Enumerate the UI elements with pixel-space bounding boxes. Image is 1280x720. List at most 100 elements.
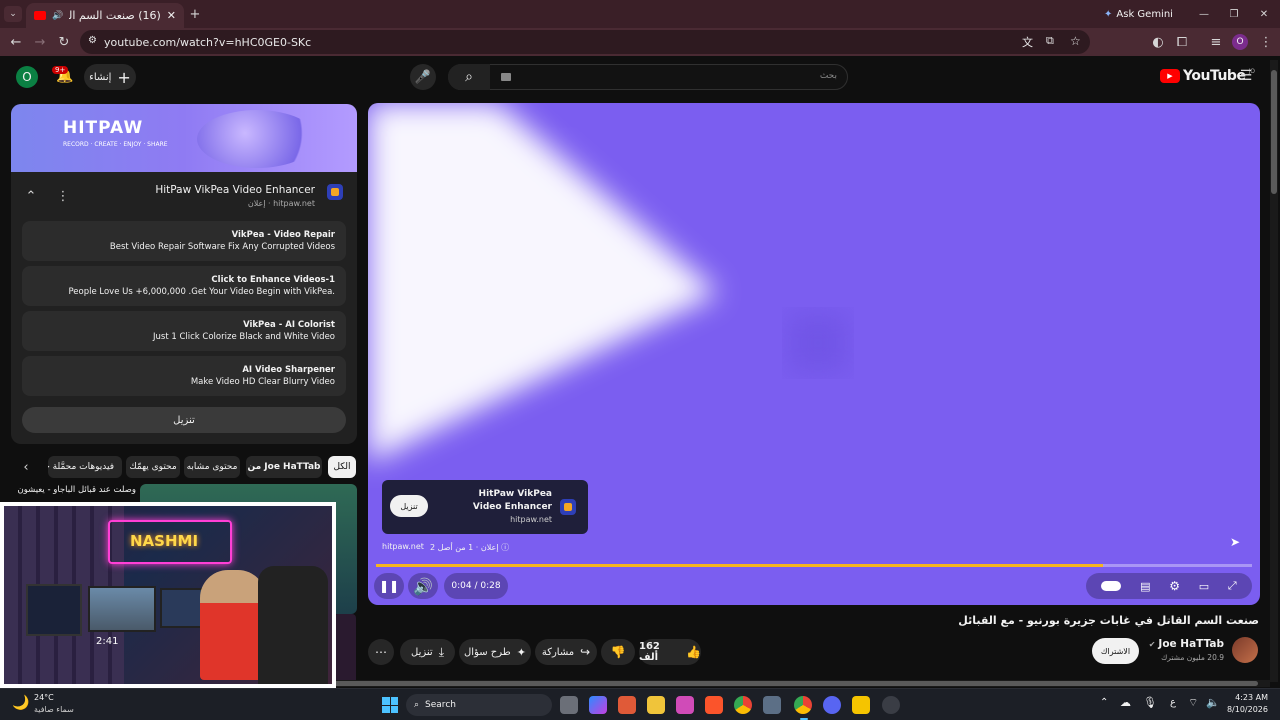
- ad-domain-label[interactable]: hitpaw.net: [382, 542, 424, 551]
- dislike-button[interactable]: 👎: [601, 639, 635, 665]
- ad-counter-label[interactable]: إعلان · 1 من أصل 2 ⓘ: [430, 542, 509, 553]
- weather-desc[interactable]: سماء صافية: [34, 705, 74, 714]
- ad-sitelink[interactable]: VikPea - Video Repair Best Video Repair S…: [22, 221, 346, 261]
- subtitles-icon[interactable]: ▤: [1140, 580, 1150, 593]
- download-button[interactable]: تنزيل ⤓: [400, 639, 455, 665]
- profile-avatar[interactable]: O: [1232, 34, 1248, 50]
- theater-mode-icon[interactable]: ▭: [1199, 580, 1209, 593]
- chip-all[interactable]: الكل: [328, 456, 356, 478]
- more-actions-button[interactable]: ⋯: [368, 639, 394, 665]
- audio-icon[interactable]: 🔊: [52, 11, 63, 21]
- share-button[interactable]: مشاركة ↪: [535, 639, 597, 665]
- close-window-icon[interactable]: ✕: [1257, 6, 1271, 22]
- channel-name-row[interactable]: ✔ Joe HaTTab: [1149, 638, 1224, 650]
- copilot-icon[interactable]: [589, 696, 607, 714]
- clock-time[interactable]: 4:23 AM: [1226, 693, 1268, 702]
- like-button[interactable]: 162 ألف 👍: [639, 639, 701, 665]
- account-avatar[interactable]: O: [16, 66, 38, 88]
- media-control-icon[interactable]: ≡: [1208, 34, 1224, 50]
- store-icon[interactable]: [618, 696, 636, 714]
- network-icon[interactable]: ⌔: [1188, 696, 1198, 710]
- autoplay-toggle-icon[interactable]: [1101, 581, 1122, 591]
- clock-date[interactable]: 8/10/2026: [1224, 705, 1268, 714]
- vertical-scroll-thumb[interactable]: [1271, 70, 1277, 194]
- moon-weather-icon[interactable]: 🌙: [12, 695, 29, 711]
- pause-button[interactable]: ❚❚: [374, 573, 404, 599]
- ask-gemini-button[interactable]: ✦ Ask Gemini: [1104, 5, 1173, 23]
- collapse-chevron-icon[interactable]: ⌃: [25, 189, 37, 204]
- channel-avatar[interactable]: [1232, 637, 1258, 663]
- chip-for-you[interactable]: محتوى يهمّك: [126, 456, 180, 478]
- ad-sitelink[interactable]: Click to Enhance Videos-1 People Love Us …: [22, 266, 346, 306]
- restore-icon[interactable]: ❐: [1227, 6, 1241, 22]
- brave-icon[interactable]: [705, 696, 723, 714]
- sidebar-video-title[interactable]: وصلت عند قبائل الباجاو - يعيشون تحت: [18, 485, 136, 495]
- create-button[interactable]: إنشاء +: [84, 64, 136, 90]
- microphone-icon[interactable]: 🎤: [410, 64, 436, 90]
- search-button[interactable]: ⌕: [448, 64, 490, 90]
- url-field[interactable]: ⚙ youtube.com/watch?v=hHC0GE0-SKc ☆ ⧉ 文: [80, 30, 1090, 54]
- chip-from-channel[interactable]: من Joe HaTTab: [246, 456, 322, 478]
- reload-icon[interactable]: ↻: [56, 34, 72, 50]
- progress-track[interactable]: [376, 564, 1252, 567]
- discord-icon[interactable]: [823, 696, 841, 714]
- ad-panel: HITPAW RECORD · CREATE · ENJOY · SHARE H…: [11, 104, 357, 444]
- app-3-icon[interactable]: [882, 696, 900, 714]
- tab-close-icon[interactable]: ✕: [167, 9, 176, 22]
- sidebar-video-thumbnail-2[interactable]: [334, 614, 356, 686]
- ad-download-button[interactable]: تنزيل: [22, 407, 346, 433]
- extensions-icon[interactable]: ⧠: [1174, 34, 1190, 50]
- translate-icon[interactable]: 文: [1022, 34, 1033, 50]
- keyboard-icon[interactable]: [501, 73, 511, 81]
- app-icon[interactable]: [676, 696, 694, 714]
- fullscreen-icon[interactable]: ⤢: [1228, 579, 1237, 593]
- ad-sitelink[interactable]: VikPea - AI Colorist Just 1 Click Coloriz…: [22, 311, 346, 351]
- volume-button[interactable]: 🔊: [408, 573, 438, 599]
- video-player[interactable]: HitPaw VikPea Video Enhancer hitpaw.net …: [368, 103, 1260, 605]
- input-language[interactable]: ع: [1170, 697, 1176, 708]
- chrome-active-icon[interactable]: [794, 696, 812, 714]
- new-tab-icon[interactable]: +: [188, 6, 202, 22]
- site-info-icon[interactable]: ⚙: [88, 35, 97, 46]
- ad-title[interactable]: HitPaw VikPea Video Enhancer: [155, 184, 315, 196]
- search-box[interactable]: بحث: [448, 64, 848, 90]
- chrome-icon[interactable]: [734, 696, 752, 714]
- search-input[interactable]: بحث: [820, 71, 837, 81]
- weather-temp[interactable]: 24°C: [34, 693, 54, 702]
- ad-banner[interactable]: HITPAW RECORD · CREATE · ENJOY · SHARE: [11, 104, 357, 172]
- notifications-button[interactable]: 🔔 9+: [52, 66, 76, 88]
- task-view-icon[interactable]: [560, 696, 578, 714]
- forward-icon[interactable]: →: [32, 34, 48, 50]
- ad-sitelink[interactable]: AI Video Sharpener Make Video HD Clear Bl…: [22, 356, 346, 396]
- browser-tab[interactable]: 🔊 (16) صنعت السم القاتل في ✕: [26, 3, 184, 28]
- browser-menu-icon[interactable]: ⋮: [1258, 34, 1274, 50]
- windows-start-icon[interactable]: [382, 697, 398, 713]
- chip-recent[interactable]: فيديوهات محمَّلة حديثًا: [48, 456, 122, 478]
- banner-brand: HITPAW: [63, 118, 144, 138]
- file-explorer-icon[interactable]: [647, 696, 665, 714]
- tray-mic-icon[interactable]: 🎙: [1143, 696, 1157, 709]
- ad-overlay-card[interactable]: HitPaw VikPea Video Enhancer hitpaw.net …: [382, 480, 588, 534]
- app-2-icon[interactable]: [852, 696, 870, 714]
- hamburger-menu-icon[interactable]: ☰: [1238, 68, 1254, 84]
- subscribe-button[interactable]: الاشتراك: [1092, 638, 1139, 664]
- ad-overlay-download-button[interactable]: تنزيل: [390, 495, 428, 517]
- vertical-scrollbar[interactable]: [1270, 60, 1278, 682]
- settings-gear-icon[interactable]: ⚙: [1169, 579, 1180, 593]
- ask-button[interactable]: طرح سؤال ✦: [459, 639, 531, 665]
- tray-cloud-icon[interactable]: ☁: [1120, 696, 1131, 709]
- chip-related[interactable]: محتوى مشابه: [184, 456, 240, 478]
- speaker-icon[interactable]: 🔈: [1206, 696, 1220, 709]
- install-app-icon[interactable]: ⧉: [1046, 34, 1054, 48]
- ad-more-icon[interactable]: ⋮: [57, 189, 70, 204]
- plus-icon: +: [117, 67, 131, 87]
- tab-list-icon[interactable]: ⌄: [4, 6, 22, 22]
- bookmark-star-icon[interactable]: ☆: [1070, 34, 1081, 48]
- capture-app-icon[interactable]: [763, 696, 781, 714]
- extension-1-icon[interactable]: ◐: [1150, 34, 1166, 50]
- taskbar-search[interactable]: ⌕ Search: [406, 694, 552, 716]
- minimize-icon[interactable]: —: [1197, 6, 1211, 22]
- back-icon[interactable]: ←: [8, 34, 24, 50]
- chips-scroll-left-icon[interactable]: ‹: [18, 459, 34, 475]
- tray-overflow-icon[interactable]: ⌃: [1100, 697, 1108, 708]
